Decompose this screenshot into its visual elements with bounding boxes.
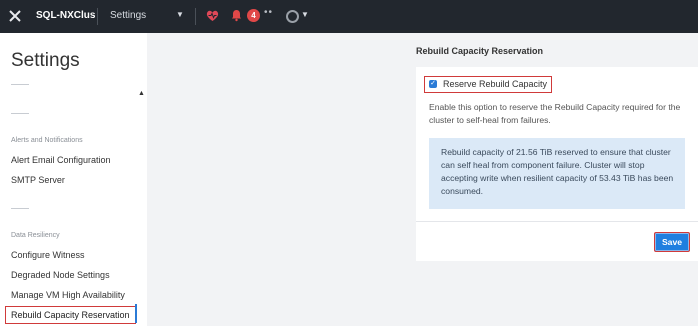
scroll-up-icon[interactable]: ▲	[138, 90, 145, 97]
page-title: Settings	[11, 50, 80, 71]
reserve-rebuild-capacity-checkbox[interactable]: ✓	[429, 80, 437, 88]
more-dots-icon[interactable]: ••	[264, 7, 273, 18]
rebuild-capacity-panel: ✓ Reserve Rebuild Capacity Enable this o…	[416, 67, 698, 261]
sidebar-item-configure-witness[interactable]: Configure Witness	[11, 250, 85, 260]
settings-sidebar: Settings ▲ Alerts and Notifications Aler…	[0, 33, 147, 326]
sidebar-item-alert-email-configuration[interactable]: Alert Email Configuration	[11, 155, 111, 165]
option-description: Enable this option to reserve the Rebuil…	[429, 102, 681, 125]
active-item-indicator	[135, 304, 137, 323]
health-heart-icon[interactable]	[206, 9, 219, 22]
section-header-data-resiliency: Data Resiliency	[11, 232, 60, 239]
sidebar-item-rebuild-capacity-reservation[interactable]: Rebuild Capacity Reservation	[5, 306, 136, 324]
topbar-divider	[195, 8, 196, 25]
alert-count-badge[interactable]: 4	[247, 9, 260, 22]
cluster-name[interactable]: SQL-NXClus	[36, 10, 95, 21]
chevron-down-icon[interactable]: ▼	[176, 10, 184, 19]
nutanix-x-icon[interactable]	[8, 9, 22, 23]
section-header-alerts: Alerts and Notifications	[11, 137, 83, 144]
top-navigation-bar: SQL-NXClus Settings ▼ 4 •• ▼	[0, 0, 698, 33]
sidebar-item-smtp-server[interactable]: SMTP Server	[11, 175, 65, 185]
sidebar-item-manage-vm-high-availability[interactable]: Manage VM High Availability	[11, 290, 125, 300]
divider	[11, 84, 29, 85]
reserve-rebuild-capacity-option[interactable]: ✓ Reserve Rebuild Capacity	[424, 76, 552, 93]
chevron-down-icon[interactable]: ▼	[301, 10, 309, 19]
bell-icon[interactable]	[231, 9, 242, 22]
divider	[11, 113, 29, 114]
checkbox-label[interactable]: Reserve Rebuild Capacity	[443, 79, 547, 89]
task-status-icon[interactable]	[286, 10, 299, 23]
save-button[interactable]: Save	[654, 232, 690, 252]
info-message-box: Rebuild capacity of 21.56 TiB reserved t…	[429, 138, 685, 209]
panel-title: Rebuild Capacity Reservation	[416, 46, 544, 56]
info-message-text: Rebuild capacity of 21.56 TiB reserved t…	[441, 147, 674, 196]
topbar-divider	[97, 8, 98, 25]
main-menu-dropdown[interactable]: Settings	[110, 10, 146, 21]
divider	[416, 221, 698, 222]
divider	[11, 208, 29, 209]
sidebar-item-degraded-node-settings[interactable]: Degraded Node Settings	[11, 270, 110, 280]
